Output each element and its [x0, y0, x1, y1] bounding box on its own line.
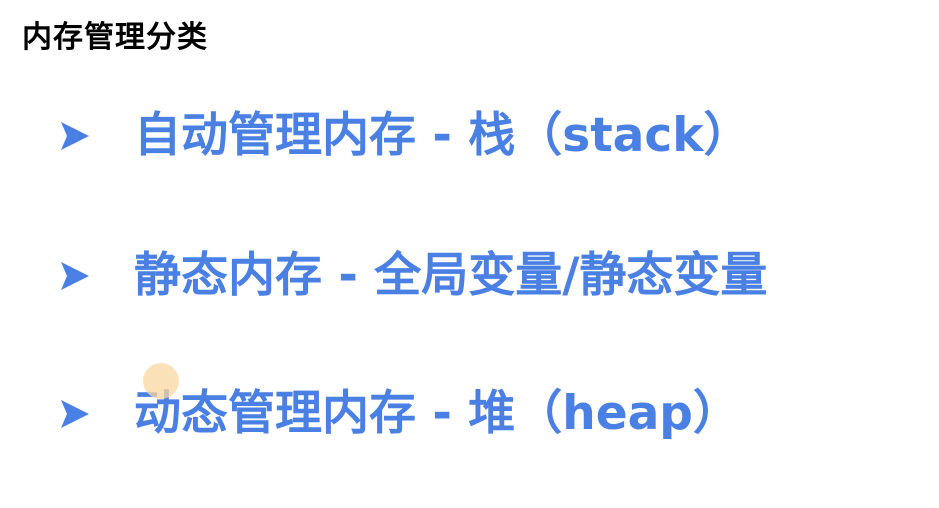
arrow-bullet-icon: [58, 119, 92, 153]
arrow-bullet-icon: [58, 259, 92, 293]
bullet-text: 静态内存 - 全局变量/静态变量: [134, 248, 768, 303]
cursor-highlight-icon: [143, 363, 179, 399]
bullet-text: 动态管理内存 - 堆（heap）: [134, 386, 740, 441]
arrow-bullet-icon: [58, 397, 92, 431]
bullet-item-static: 静态内存 - 全局变量/静态变量: [58, 244, 767, 308]
bullet-text: 自动管理内存 - 栈（stack）: [134, 108, 751, 163]
bullet-item-stack: 自动管理内存 - 栈（stack）: [58, 104, 751, 168]
bullet-list: 自动管理内存 - 栈（stack） 静态内存 - 全局变量/静态变量 动态管理内…: [0, 0, 939, 508]
slide: 内存管理分类 自动管理内存 - 栈（stack） 静态内存 - 全局变量/静态变…: [0, 0, 939, 508]
